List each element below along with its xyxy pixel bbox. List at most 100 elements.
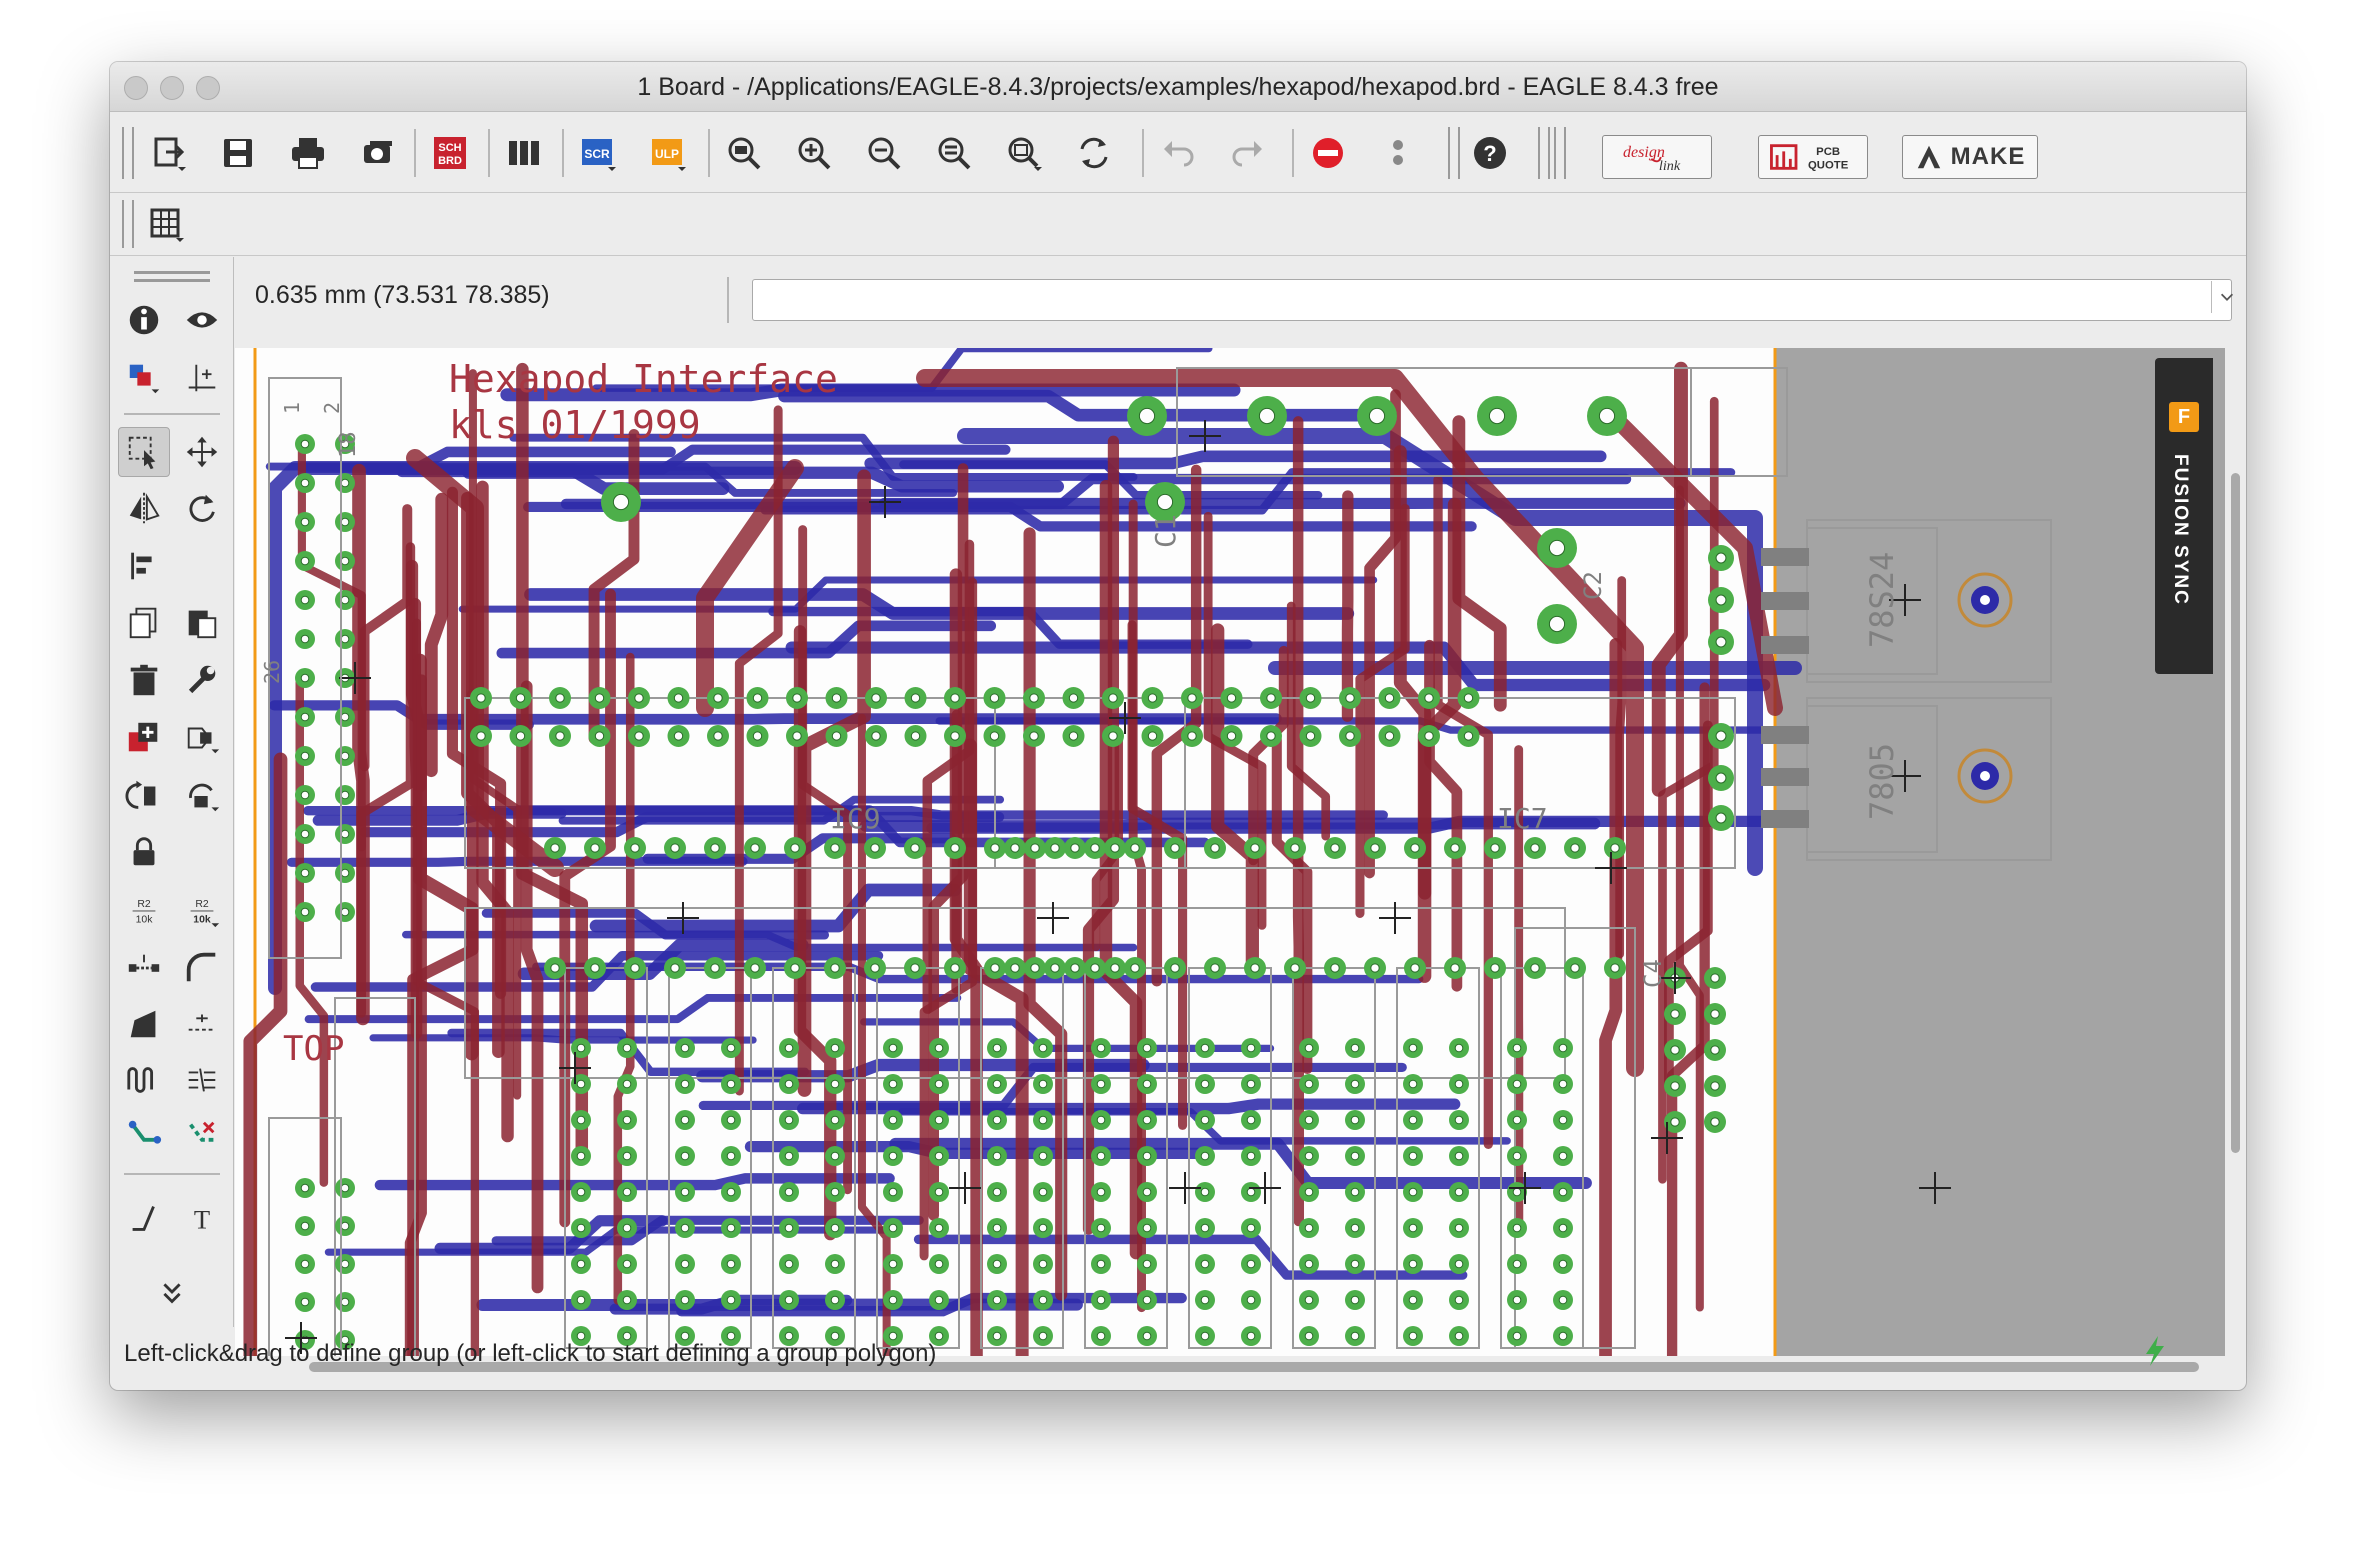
swap-icon[interactable]	[118, 771, 170, 821]
name-value-icon[interactable]: R2 10k	[118, 885, 170, 935]
meander-icon[interactable]	[118, 1055, 170, 1105]
zoom-out-icon[interactable]	[858, 127, 910, 179]
delete-icon[interactable]	[118, 655, 170, 705]
regulator-1-label: 78S24	[1863, 552, 1901, 648]
group-select-icon[interactable]	[118, 427, 170, 477]
vertical-scroll-thumb[interactable]	[2231, 473, 2240, 1153]
design-link-icon: designlink	[1623, 144, 1681, 174]
fusion-sync-tab[interactable]: F FUSION SYNC	[2155, 358, 2213, 674]
regulator-2-label: 7805	[1863, 743, 1901, 820]
paste-icon[interactable]	[176, 597, 228, 647]
board-title: Hexapod Interface	[449, 357, 838, 401]
toolbar-grip-5[interactable]	[122, 200, 134, 248]
go-icon[interactable]	[1372, 127, 1424, 179]
fusion-logo-icon: F	[2169, 402, 2199, 432]
zoom-previous-icon[interactable]	[928, 127, 980, 179]
redraw-icon[interactable]	[1068, 127, 1120, 179]
add-part-icon[interactable]	[118, 713, 170, 763]
undo-icon[interactable]	[1152, 127, 1204, 179]
slice-icon[interactable]	[118, 999, 170, 1049]
coordinate-readout: 0.635 mm (73.531 78.385)	[255, 281, 550, 309]
toolbar-grip-4[interactable]	[1554, 127, 1566, 179]
command-bar: 0.635 mm (73.531 78.385)	[235, 257, 2246, 347]
toolbar-grip[interactable]	[122, 127, 134, 179]
lock-rotate-icon[interactable]	[176, 771, 228, 821]
split-icon[interactable]	[118, 943, 170, 993]
part-label-c4: C4	[1639, 959, 1667, 988]
ulp-icon[interactable]: ULP	[642, 127, 694, 179]
svg-text:PCB: PCB	[1816, 146, 1840, 158]
part-label-1: 1	[280, 402, 304, 414]
pcb-drawing[interactable]: 78S24 7805 Hexapod Interface kls 01/1999…	[235, 348, 2225, 1356]
window-title: 1 Board - /Applications/EAGLE-8.4.3/proj…	[637, 73, 1719, 101]
align-icon[interactable]	[118, 541, 170, 591]
svg-text:BRD: BRD	[438, 155, 462, 167]
mirror-icon[interactable]	[118, 483, 170, 533]
vertical-scrollbar[interactable]	[2225, 348, 2246, 1356]
part-label-26: 26	[260, 660, 284, 684]
command-line-input[interactable]	[752, 279, 2232, 321]
lightning-icon[interactable]	[2140, 1334, 2170, 1368]
open-file-icon[interactable]	[144, 127, 196, 179]
board-canvas[interactable]: 78S24 7805 Hexapod Interface kls 01/1999…	[235, 348, 2225, 1356]
svg-text:10k: 10k	[193, 914, 211, 925]
help-icon[interactable]: ?	[1464, 127, 1516, 179]
title-bar: 1 Board - /Applications/EAGLE-8.4.3/proj…	[110, 62, 2246, 112]
script-icon[interactable]: SCR	[572, 127, 624, 179]
make-label: MAKE	[1950, 143, 2026, 170]
diff-pair-icon[interactable]	[176, 1055, 228, 1105]
command-history-dropdown[interactable]	[2211, 281, 2241, 313]
info-icon[interactable]	[118, 295, 170, 345]
sch-brd-switch-icon[interactable]: SCH BRD	[424, 127, 476, 179]
text-icon[interactable]: T	[176, 1193, 228, 1243]
svg-text:10k: 10k	[136, 914, 154, 925]
change-icon[interactable]	[176, 655, 228, 705]
optimize-icon[interactable]	[176, 999, 228, 1049]
eagle-window: 1 Board - /Applications/EAGLE-8.4.3/proj…	[110, 62, 2246, 1390]
display-layers-icon[interactable]	[118, 353, 170, 403]
zoom-select-icon[interactable]	[998, 127, 1050, 179]
stop-icon[interactable]	[1302, 127, 1354, 179]
part-label-c2: C2	[1579, 571, 1607, 600]
svg-text:link: link	[1659, 158, 1681, 174]
save-icon[interactable]	[212, 127, 264, 179]
svg-text:QUOTE: QUOTE	[1808, 159, 1849, 171]
smash-icon[interactable]: R2 10k	[176, 885, 228, 935]
show-icon[interactable]	[176, 295, 228, 345]
part-label-18: 18	[336, 432, 361, 459]
toolbar-grip-3[interactable]	[1538, 127, 1550, 179]
replace-icon[interactable]	[176, 713, 228, 763]
copy-icon[interactable]	[118, 597, 170, 647]
ripup-icon[interactable]	[176, 1111, 228, 1161]
lock-icon[interactable]	[118, 827, 170, 877]
grid-icon[interactable]	[140, 198, 192, 250]
zoom-fit-icon[interactable]	[718, 127, 770, 179]
pcb-quote-button[interactable]: PCB QUOTE	[1758, 135, 1868, 179]
move-icon[interactable]	[176, 427, 228, 477]
svg-text:SCR: SCR	[584, 147, 610, 161]
cam-processor-icon[interactable]	[352, 127, 404, 179]
fusion-sync-label: FUSION SYNC	[2170, 454, 2191, 606]
route-icon[interactable]	[118, 1111, 170, 1161]
redo-icon[interactable]	[1222, 127, 1274, 179]
rotate-icon[interactable]	[176, 483, 228, 533]
toolbar-grip-2[interactable]	[1448, 127, 1460, 179]
make-button[interactable]: MAKE	[1902, 135, 2038, 179]
part-label-c1: C1	[1149, 514, 1182, 548]
board-subtitle: kls 01/1999	[449, 403, 701, 447]
svg-text:?: ?	[1483, 141, 1496, 166]
zoom-in-icon[interactable]	[788, 127, 840, 179]
library-icon[interactable]	[498, 127, 550, 179]
part-label-ic9: IC9	[830, 802, 881, 835]
part-label-ic7: IC7	[1497, 802, 1548, 835]
print-icon[interactable]	[282, 127, 334, 179]
secondary-toolbar	[110, 194, 2246, 256]
svg-text:R2: R2	[195, 899, 209, 910]
autodesk-icon	[1917, 145, 1940, 169]
wire-icon[interactable]	[118, 1193, 170, 1243]
mark-icon[interactable]	[176, 353, 228, 403]
main-toolbar: SCH BRD SCR ULP ? design link PCB QUOTE …	[110, 113, 2246, 193]
miter-icon[interactable]	[176, 943, 228, 993]
design-link-button[interactable]: design link	[1602, 135, 1712, 179]
expand-tools-icon[interactable]	[146, 1267, 198, 1317]
